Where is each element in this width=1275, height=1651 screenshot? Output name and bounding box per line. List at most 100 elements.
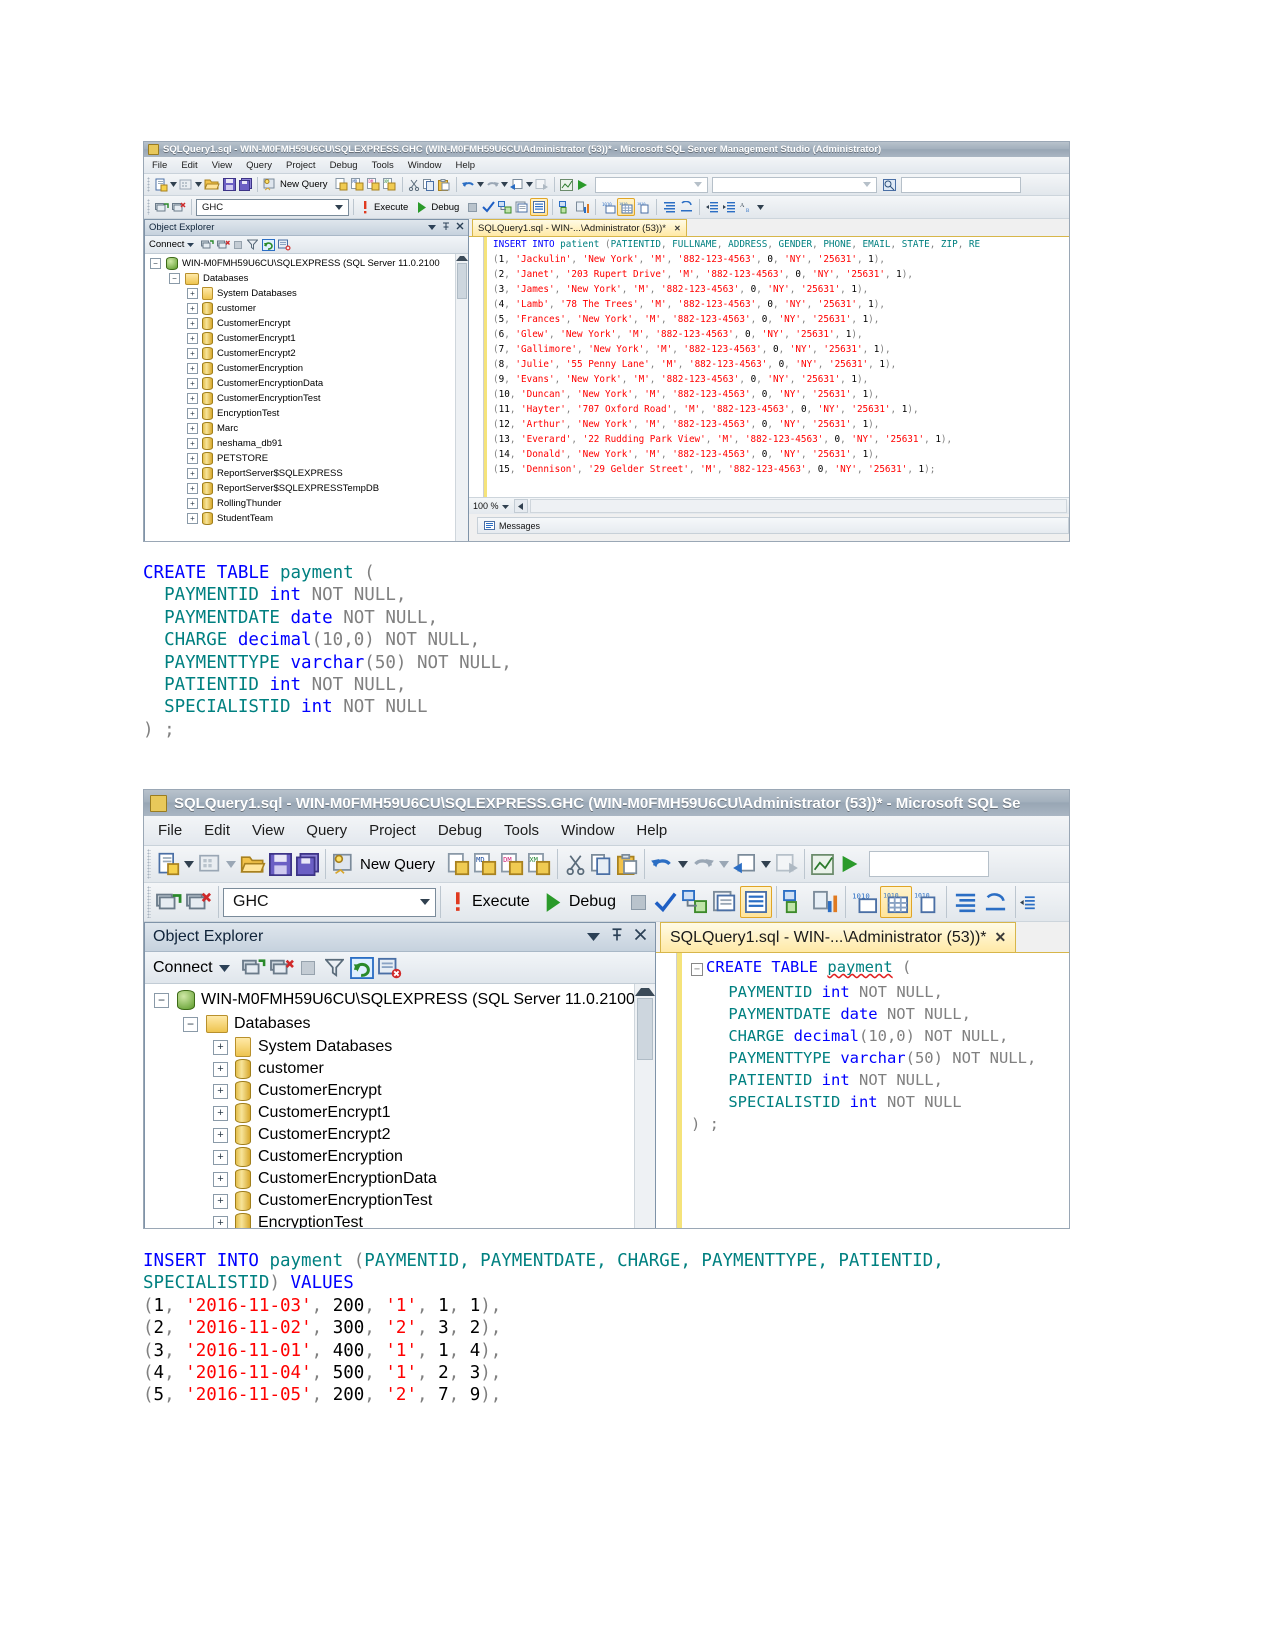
undo-icon[interactable] [649, 850, 675, 878]
collapse-toggle-databases[interactable]: − [169, 273, 180, 284]
document-tab-bottom[interactable]: SQLQuery1.sql - WIN-...\Administrator (5… [660, 922, 1017, 952]
navigate-forward-icon[interactable] [773, 850, 800, 878]
copy-icon[interactable] [422, 177, 437, 193]
navigate-backward-icon[interactable] [731, 850, 758, 878]
new-analysis-mdx-query-icon[interactable]: MD [472, 850, 499, 878]
menu-item-file[interactable]: File [152, 160, 167, 171]
expand-toggle-database[interactable]: + [213, 1105, 228, 1121]
parse-icon[interactable] [480, 199, 496, 216]
connect-icon[interactable] [154, 887, 184, 917]
expand-toggle-database[interactable]: + [187, 513, 198, 524]
close-icon[interactable] [456, 222, 464, 233]
open-file-icon[interactable] [203, 177, 221, 193]
new-item-icon[interactable] [154, 850, 181, 878]
collapse-toggle-server[interactable]: − [150, 258, 161, 269]
new-analysis-mdx-query-icon[interactable]: MD [350, 177, 366, 193]
object-explorer-tree[interactable]: − WIN-M0FMH59U6CU\SQLEXPRESS (SQL Server… [145, 254, 468, 541]
results-to-file-icon[interactable]: 1010 [912, 887, 942, 917]
tree-node-server[interactable]: − WIN-M0FMH59U6CU\SQLEXPRESS (SQL Server… [145, 988, 655, 1012]
expand-toggle-database[interactable]: + [187, 393, 198, 404]
tree-node-database[interactable]: + CustomerEncrypt2 [145, 1124, 655, 1146]
new-query-label[interactable]: New Query [360, 856, 435, 873]
zoom-dropdown-icon[interactable] [501, 501, 509, 511]
expand-toggle-database[interactable]: + [213, 1215, 228, 1228]
expand-toggle-database[interactable]: + [213, 1061, 228, 1077]
redo-dropdown-icon[interactable] [500, 177, 509, 193]
refresh-icon[interactable] [260, 237, 276, 252]
collapse-toggle-icon[interactable]: − [691, 963, 704, 976]
oe-connect-icon[interactable] [240, 954, 268, 981]
tree-node-database[interactable]: + EncryptionTest [145, 1212, 655, 1228]
tree-node-database[interactable]: + customer [145, 301, 468, 316]
disconnect-icon[interactable] [184, 887, 214, 917]
tree-node-server[interactable]: − WIN-M0FMH59U6CU\SQLEXPRESS (SQL Server… [145, 256, 468, 271]
scroll-left-icon[interactable] [513, 499, 528, 513]
navigate-backward-dropdown-icon[interactable] [525, 177, 534, 193]
scroll-up-icon[interactable] [456, 256, 468, 261]
execute-icon[interactable] [445, 887, 469, 917]
expand-toggle-database[interactable]: + [213, 1171, 228, 1187]
filter-icon[interactable] [245, 237, 260, 252]
tree-node-database[interactable]: + EncryptionTest [145, 406, 468, 421]
reset-view-icon[interactable] [276, 237, 292, 252]
open-file-icon[interactable] [238, 850, 267, 878]
tree-node-database[interactable]: + Marc [145, 421, 468, 436]
menu-item-query[interactable]: Query [246, 160, 272, 171]
save-all-icon[interactable] [294, 850, 321, 878]
new-project-icon[interactable] [178, 177, 194, 193]
expand-toggle-database[interactable]: + [213, 1193, 228, 1209]
refresh-icon[interactable] [348, 954, 376, 981]
database-selector[interactable]: GHC [223, 887, 436, 917]
oe-disconnect-icon[interactable] [268, 954, 296, 981]
tree-node-database[interactable]: + PETSTORE [145, 451, 468, 466]
uncomment-icon[interactable] [981, 887, 1011, 917]
database-selector[interactable]: GHC [196, 198, 349, 216]
parse-icon[interactable] [652, 887, 680, 917]
menu-item-window[interactable]: Window [408, 160, 442, 171]
filter-icon[interactable] [321, 954, 348, 981]
new-query-icon[interactable] [330, 850, 357, 878]
expand-toggle-database[interactable]: + [213, 1039, 228, 1055]
scrollbar-thumb[interactable] [637, 998, 653, 1060]
expand-toggle-database[interactable]: + [213, 1083, 228, 1099]
summary-icon[interactable] [559, 177, 575, 193]
display-estimated-plan-icon[interactable] [496, 199, 513, 216]
display-estimated-plan-icon[interactable] [680, 887, 710, 917]
connect-dropdown-icon[interactable] [187, 239, 195, 250]
menu-item-help[interactable]: Help [636, 822, 667, 839]
dropdown-icon[interactable] [428, 222, 436, 233]
expand-toggle-database[interactable]: + [187, 348, 198, 359]
new-analysis-dmx-query-icon[interactable]: DM [499, 850, 526, 878]
new-project-icon[interactable] [196, 850, 223, 878]
document-tab-top[interactable]: SQLQuery1.sql - WIN-...\Administrator (5… [472, 219, 687, 236]
expand-toggle-database[interactable]: + [213, 1149, 228, 1165]
paste-icon[interactable] [437, 177, 452, 193]
tree-node-database[interactable]: + CustomerEncrypt1 [145, 331, 468, 346]
results-to-text-icon[interactable] [739, 886, 772, 918]
debug-icon[interactable] [415, 199, 429, 216]
copy-icon[interactable] [588, 850, 614, 878]
expand-toggle-database[interactable]: + [187, 423, 198, 434]
results-to-grid-icon[interactable]: 1010 [879, 886, 912, 918]
include-actual-plan-icon[interactable] [557, 199, 574, 216]
uncomment-icon[interactable] [678, 199, 695, 216]
dropdown-icon[interactable] [587, 928, 600, 946]
expand-toggle-database[interactable]: + [187, 363, 198, 374]
tree-node-database[interactable]: + CustomerEncryptionTest [145, 391, 468, 406]
tree-node-database[interactable]: + CustomerEncryptionData [145, 376, 468, 391]
tree-node-database[interactable]: + System Databases [145, 1036, 655, 1058]
object-explorer-tree[interactable]: − WIN-M0FMH59U6CU\SQLEXPRESS (SQL Server… [145, 984, 655, 1228]
new-item-icon[interactable] [153, 177, 169, 193]
menu-item-window[interactable]: Window [561, 822, 614, 839]
disconnect-icon[interactable] [170, 199, 187, 216]
menu-item-tools[interactable]: Tools [504, 822, 539, 839]
oe-disconnect-icon[interactable] [215, 237, 231, 252]
sql-code-top[interactable]: INSERT INTO patient (PATIENTID, FULLNAME… [487, 237, 1069, 497]
tree-node-database[interactable]: + RollingThunder [145, 496, 468, 511]
find-in-files-icon[interactable] [881, 177, 898, 193]
object-explorer-scrollbar[interactable] [634, 984, 655, 1228]
collapse-toggle-databases[interactable]: − [183, 1016, 198, 1032]
object-explorer-scrollbar[interactable] [455, 254, 468, 541]
debug-button[interactable]: Debug [569, 893, 616, 911]
comment-icon[interactable] [661, 199, 678, 216]
